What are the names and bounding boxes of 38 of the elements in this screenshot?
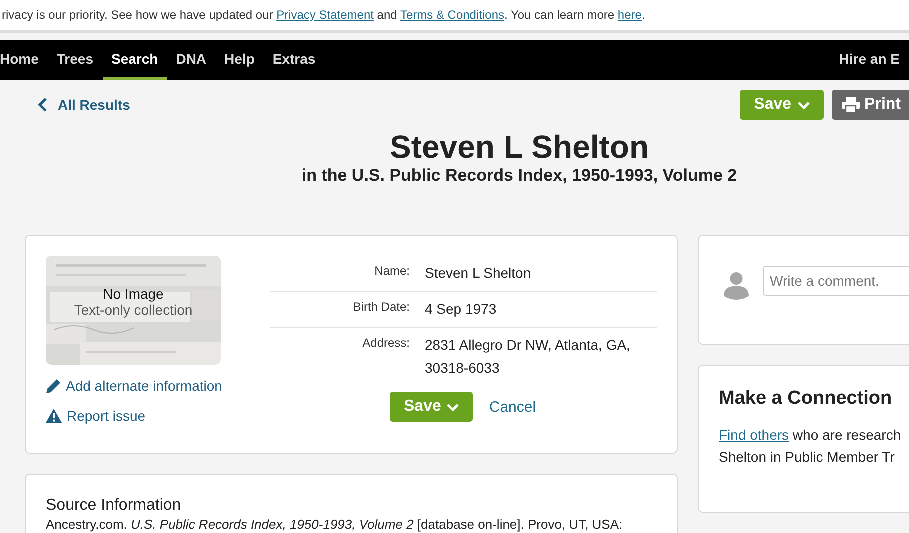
field-value: 2831 Allegro Dr NW, Atlanta, GA, 30318-6033 xyxy=(424,336,632,378)
privacy-notice: rivacy is our priority. See how we have updated our Privacy Statement and Terms & Conditions. You can learn more here. xyxy=(1,8,646,22)
nav-tab[interactable]: Trees xyxy=(48,40,102,80)
report-issue-link[interactable]: Report issue xyxy=(46,408,270,424)
chevron-down-icon xyxy=(798,100,810,110)
field-value: 4 Sep 1973 xyxy=(424,300,498,319)
field-value: Steven L Shelton xyxy=(424,264,532,283)
field-label: Birth Date: xyxy=(352,299,410,316)
pencil-icon xyxy=(46,378,61,394)
comment-field[interactable]: Write a comment. xyxy=(763,266,909,296)
no-image-label: No Image xyxy=(103,286,164,302)
chevron-left-icon xyxy=(38,98,48,112)
nav-tab[interactable]: Extras xyxy=(264,40,325,80)
nav-tab[interactable]: Search xyxy=(102,40,168,80)
notice-link[interactable]: Terms & Conditions xyxy=(400,8,504,22)
warning-icon xyxy=(46,409,62,423)
notice-link[interactable]: here xyxy=(618,8,642,22)
field-label: Address: xyxy=(362,335,410,352)
chevron-down-icon xyxy=(447,402,460,412)
notice-link[interactable]: Privacy Statement xyxy=(276,8,374,22)
cancel-link[interactable]: Cancel xyxy=(489,398,536,416)
add-info-link[interactable]: Add alternate information xyxy=(46,378,270,394)
field-label: Name: xyxy=(374,263,410,280)
nav-tab[interactable]: Home xyxy=(0,40,48,80)
source-title: Source Information xyxy=(46,497,182,515)
find-others-link[interactable]: Find others xyxy=(719,427,790,443)
print-button[interactable]: Print xyxy=(832,90,909,120)
page-subtitle: in the U.S. Public Records Index, 1950-1993, Volume 2 xyxy=(300,166,738,186)
page-title: Steven L Shelton xyxy=(388,128,650,166)
printer-icon xyxy=(842,97,860,113)
nav-tab[interactable]: DNA xyxy=(167,40,216,80)
back-link[interactable]: All Results xyxy=(38,97,130,113)
nav-item[interactable]: Hire an E xyxy=(830,40,909,80)
nav-tab[interactable]: Help xyxy=(216,40,264,80)
source-citation: Ancestry.com. U.S. Public Records Index, 1950-1993, Volume 2 [database on-line]. Provo, UT, USA: xyxy=(46,517,624,532)
connection-title: Make a Connection xyxy=(719,388,894,410)
connection-text: Find others who are research Shelton in Public Member Tr xyxy=(719,426,902,467)
image-caption: Text-only collection xyxy=(74,302,193,318)
